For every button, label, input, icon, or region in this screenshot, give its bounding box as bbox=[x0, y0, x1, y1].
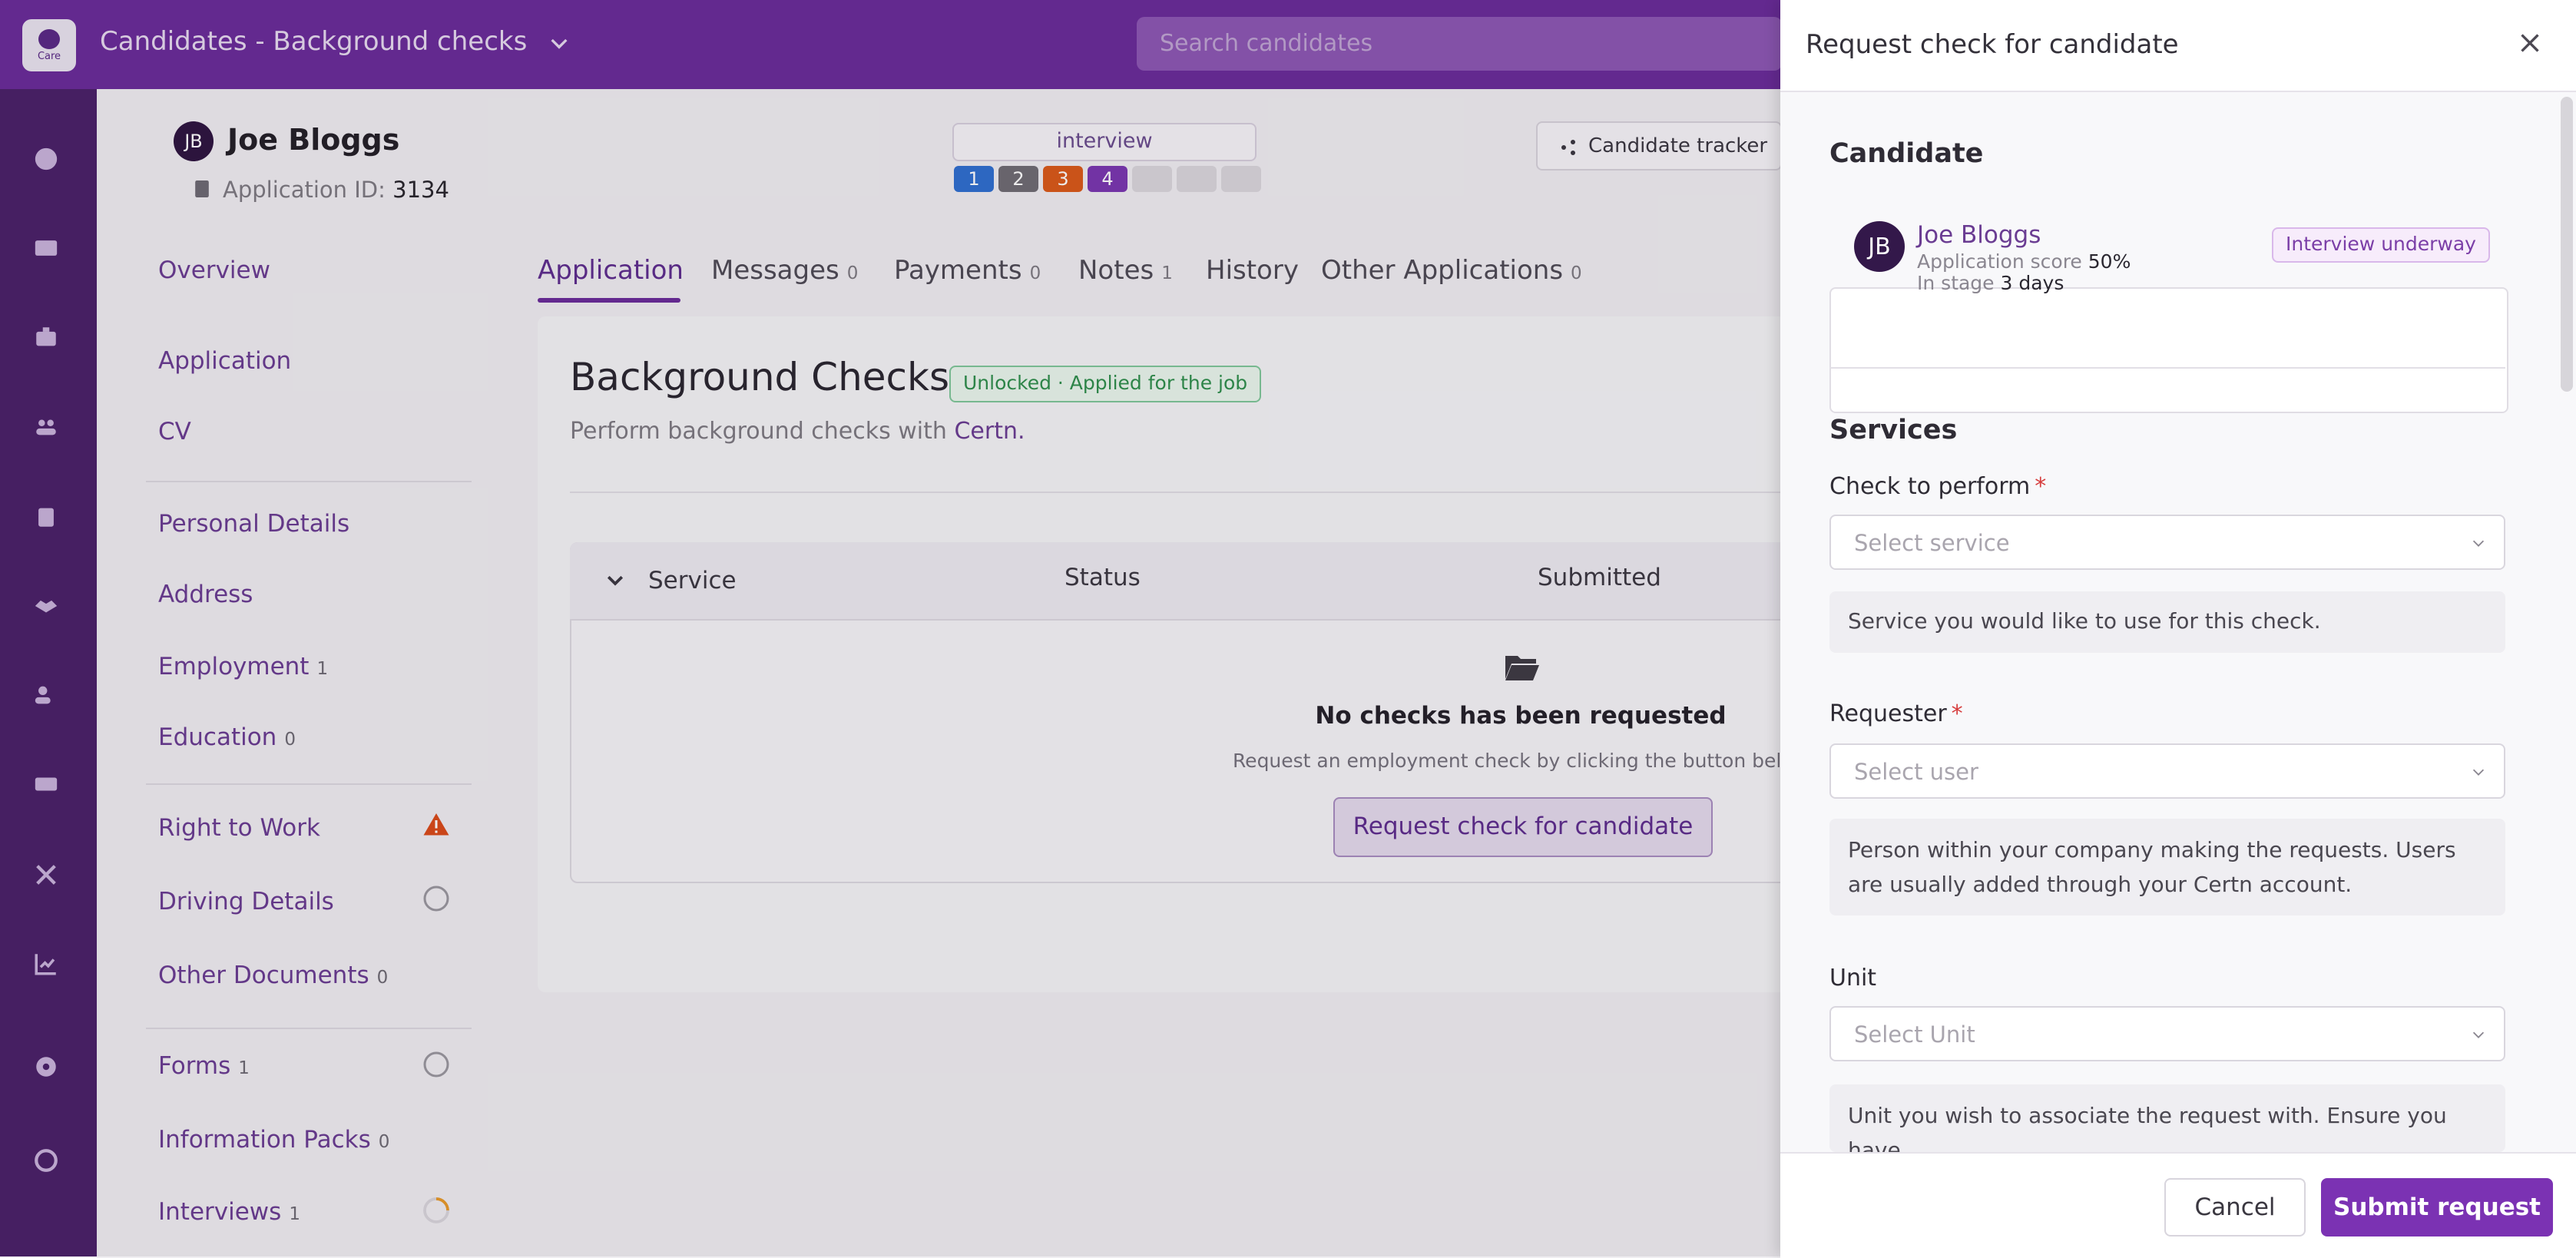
check-to-perform-label: Check to perform * bbox=[1829, 473, 2046, 500]
service-select[interactable]: Select service bbox=[1829, 515, 2505, 570]
select-placeholder: Select service bbox=[1854, 530, 2010, 556]
candidate-card bbox=[1829, 287, 2508, 413]
requester-select[interactable]: Select user bbox=[1829, 743, 2505, 799]
divider bbox=[1829, 367, 2505, 369]
score-label: Application score bbox=[1917, 250, 2082, 273]
modal-overlay[interactable] bbox=[0, 0, 1780, 1256]
candidate-section-title: Candidate bbox=[1829, 138, 1984, 169]
required-mark: * bbox=[2035, 473, 2047, 500]
chevron-down-icon bbox=[2472, 540, 2485, 547]
unit-label: Unit bbox=[1829, 965, 1877, 992]
score-value: 50% bbox=[2088, 250, 2131, 273]
required-mark: * bbox=[1951, 700, 1963, 727]
time-in-stage: In stage 3 days bbox=[1917, 272, 2064, 294]
cancel-button[interactable]: Cancel bbox=[2164, 1178, 2306, 1236]
field-label: Check to perform bbox=[1829, 473, 2031, 500]
chevron-down-icon bbox=[2472, 1031, 2485, 1038]
service-help-text: Service you would like to use for this c… bbox=[1829, 591, 2505, 653]
close-icon[interactable] bbox=[2516, 29, 2544, 57]
select-placeholder: Select Unit bbox=[1854, 1021, 1975, 1048]
unit-help-text: Unit you wish to associate the request w… bbox=[1829, 1084, 2505, 1152]
chevron-down-icon bbox=[2472, 769, 2485, 776]
requester-label: Requester * bbox=[1829, 700, 1963, 727]
application-score: Application score 50% bbox=[1917, 250, 2131, 273]
stage-time-label: In stage bbox=[1917, 272, 1995, 294]
requester-help-text: Person within your company making the re… bbox=[1829, 819, 2505, 915]
avatar: JB bbox=[1854, 221, 1905, 272]
stage-time-value: 3 days bbox=[2000, 272, 2064, 294]
field-label: Requester bbox=[1829, 700, 1947, 727]
drawer-header: Request check for candidate bbox=[1780, 0, 2576, 92]
drawer-title: Request check for candidate bbox=[1806, 29, 2179, 60]
select-placeholder: Select user bbox=[1854, 759, 1978, 785]
services-section-title: Services bbox=[1829, 415, 1958, 445]
scrollbar[interactable] bbox=[2561, 97, 2573, 392]
candidate-link[interactable]: Joe Bloggs bbox=[1917, 221, 2041, 249]
status-badge: Interview underway bbox=[2272, 227, 2490, 263]
unit-select[interactable]: Select Unit bbox=[1829, 1006, 2505, 1061]
submit-request-button[interactable]: Submit request bbox=[2321, 1178, 2553, 1236]
